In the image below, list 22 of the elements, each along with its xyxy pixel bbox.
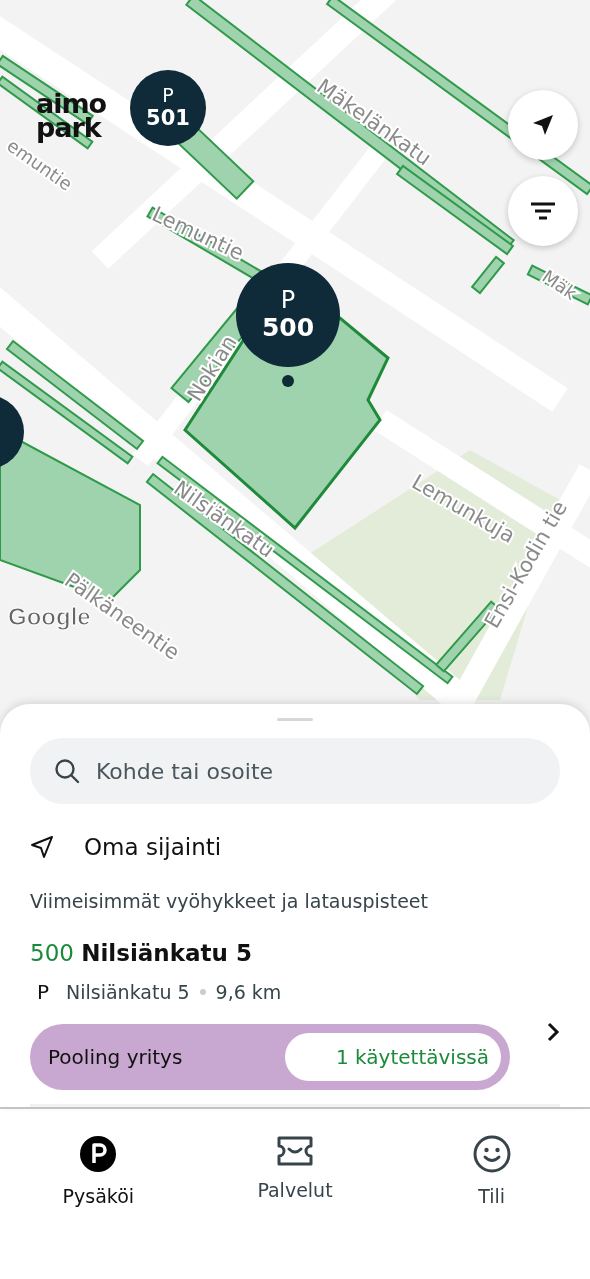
- section-heading: Viimeisimmät vyöhykkeet ja latauspisteet: [30, 890, 429, 913]
- parking-icon: [79, 1135, 118, 1173]
- street-label: Mäk: [538, 265, 581, 304]
- search-field[interactable]: Kohde tai osoite: [30, 738, 560, 805]
- zone-title[interactable]: 500 Nilsiänkatu 5: [30, 940, 560, 967]
- navigation-arrow-icon: [30, 835, 54, 860]
- zone-type: P: [35, 980, 51, 1005]
- zone-address: Nilsiänkatu 5: [66, 981, 190, 1004]
- nav-tab[interactable]: Tili: [393, 1109, 590, 1243]
- ticket-icon: [276, 1135, 314, 1167]
- sheet-handle[interactable]: [277, 718, 313, 722]
- chevron-right-icon[interactable]: [546, 1022, 560, 1043]
- nav-tab[interactable]: Pysäköi: [0, 1109, 197, 1243]
- search-icon: [54, 758, 80, 785]
- zone-distance: 9,6 km: [215, 981, 282, 1004]
- filter-icon: [530, 201, 556, 221]
- nav-tab[interactable]: Palvelut: [196, 1109, 394, 1243]
- smiley-icon: [472, 1135, 511, 1173]
- availability-badge: 1 käytettävissä: [285, 1033, 501, 1082]
- navigation-arrow-icon: [531, 113, 555, 137]
- pooling-label: Pooling yritys: [48, 1045, 183, 1070]
- current-location-button[interactable]: Oma sijainti: [30, 834, 560, 861]
